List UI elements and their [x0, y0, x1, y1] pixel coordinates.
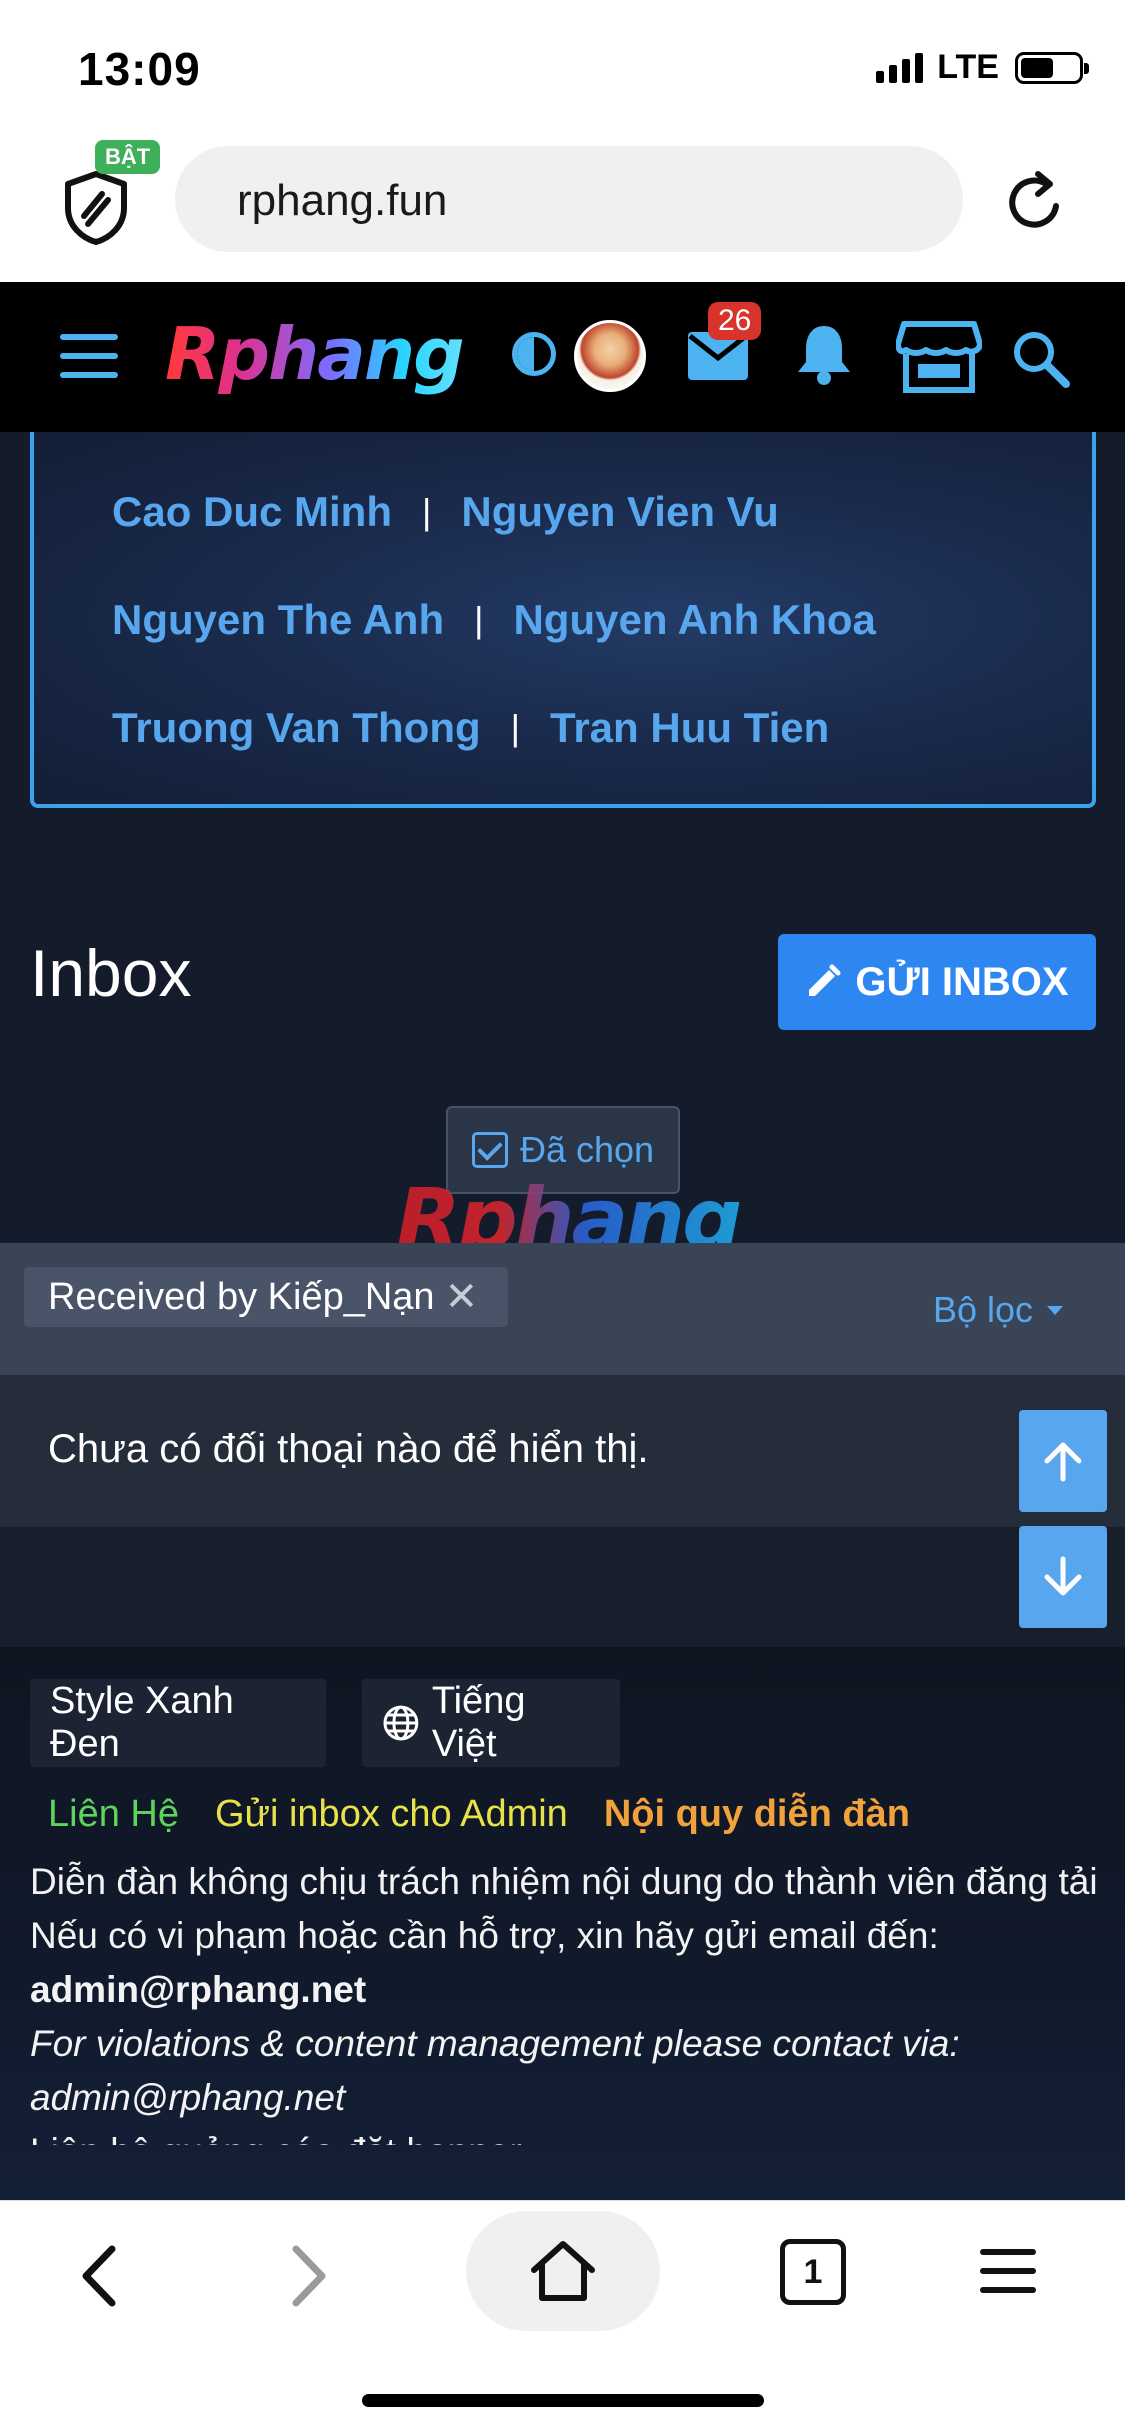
style-label: Style Xanh Đen	[50, 1680, 234, 1765]
credits-row: Nguyen The Anh | Nguyen Anh Khoa	[112, 596, 876, 644]
url-field[interactable]: rphang.fun	[175, 146, 963, 252]
filter-label: Bộ lọc	[933, 1289, 1034, 1330]
filter-chip[interactable]: Received by Kiếp_Nạn ✕	[24, 1267, 509, 1327]
site-footer: Style Xanh Đen Tiếng Việt Liên Hệ Gửi in…	[0, 1647, 1125, 2207]
store-icon[interactable]	[896, 320, 982, 394]
forward-icon[interactable]	[278, 2241, 338, 2311]
filter-dropdown[interactable]: Bộ lọc	[933, 1289, 1064, 1331]
shield-status-badge: BẬT	[95, 140, 161, 174]
footer-disclaimer: Diễn đàn không chịu trách nhiệm nội dung…	[30, 1855, 1100, 2145]
credit-name[interactable]: Truong Van Thong	[112, 704, 481, 752]
disclaimer-text: Nếu có vi phạm hoặc cần hỗ trợ, xin hãy …	[30, 1915, 939, 1956]
selected-label: Đã chọn	[519, 1129, 655, 1170]
search-icon[interactable]	[1010, 328, 1070, 388]
admin-inbox-link[interactable]: Gửi inbox cho Admin	[215, 1793, 568, 1836]
scroll-top-button[interactable]	[1019, 1410, 1107, 1512]
pencil-icon	[809, 964, 841, 996]
browser-address-row: BẬT rphang.fun	[0, 130, 1125, 282]
credit-name[interactable]: Cao Duc Minh	[112, 488, 392, 536]
empty-state-text: Chưa có đối thoại nào để hiển thị.	[48, 1427, 649, 1471]
credits-row: Cao Duc Minh | Nguyen Vien Vu	[112, 488, 779, 536]
email-link[interactable]: admin@rphang.net	[30, 2071, 1100, 2125]
email-link[interactable]: admin@rphang.net	[30, 1963, 1100, 2017]
avatar[interactable]	[574, 320, 646, 392]
signal-icon	[876, 52, 924, 83]
scroll-bottom-button[interactable]	[1019, 1526, 1107, 1628]
status-bar: 13:09 LTE	[0, 0, 1125, 130]
menu-icon[interactable]	[60, 334, 118, 378]
credit-name[interactable]: Nguyen Vien Vu	[461, 488, 778, 536]
theme-toggle-icon[interactable]	[512, 332, 556, 376]
credit-name[interactable]: Nguyen Anh Khoa	[513, 596, 875, 644]
send-inbox-label: GỬI INBOX	[855, 959, 1069, 1004]
credit-name[interactable]: Nguyen The Anh	[112, 596, 444, 644]
arrow-down-icon	[1044, 1556, 1082, 1596]
disclaimer-text: Liên hệ quảng cáo đặt banner	[30, 2125, 1100, 2145]
footer-links: Liên Hệ Gửi inbox cho Admin Nội quy diễn…	[48, 1793, 910, 1836]
rules-link[interactable]: Nội quy diễn đàn	[604, 1793, 910, 1836]
credits-box: Cao Duc Minh | Nguyen Vien Vu Nguyen The…	[30, 432, 1096, 808]
filter-bar: Received by Kiếp_Nạn ✕ Bộ lọc	[0, 1243, 1125, 1375]
shield-icon[interactable]	[62, 170, 130, 246]
back-icon[interactable]	[70, 2241, 130, 2311]
page-title: Inbox	[30, 936, 192, 1010]
close-icon[interactable]: ✕	[445, 1274, 479, 1320]
disclaimer-text: Diễn đàn không chịu trách nhiệm nội dung…	[30, 1861, 1098, 1902]
language-label: Tiếng Việt	[431, 1680, 526, 1765]
send-inbox-button[interactable]: GỬI INBOX	[778, 934, 1096, 1030]
browser-menu-icon[interactable]	[980, 2249, 1036, 2293]
network-label: LTE	[937, 48, 999, 86]
home-button[interactable]	[466, 2211, 660, 2331]
url-text: rphang.fun	[237, 176, 448, 225]
credits-row: Truong Van Thong | Tran Huu Tien	[112, 704, 829, 752]
battery-icon	[1015, 51, 1089, 84]
status-time: 13:09	[78, 43, 201, 95]
separator: |	[474, 599, 484, 640]
home-indicator	[362, 2394, 764, 2407]
style-chooser-button[interactable]: Style Xanh Đen	[30, 1679, 326, 1767]
credit-name[interactable]: Tran Huu Tien	[550, 704, 829, 752]
bell-icon[interactable]	[794, 322, 854, 386]
tabs-button[interactable]: 1	[780, 2239, 846, 2305]
content-spacer	[0, 1527, 1125, 1647]
site-header: Rphang	[0, 282, 1125, 432]
language-chooser-button[interactable]: Tiếng Việt	[362, 1679, 620, 1767]
separator: |	[510, 707, 520, 748]
caret-down-icon	[1047, 1305, 1064, 1315]
status-indicators: LTE	[876, 48, 1089, 87]
separator: |	[422, 491, 432, 532]
tab-count: 1	[803, 2252, 823, 2291]
filter-chip-label: Received by Kiếp_Nạn	[48, 1275, 435, 1318]
mail-count-badge: 26	[708, 302, 762, 340]
disclaimer-text-en: For violations & content management plea…	[30, 2023, 960, 2064]
reload-icon[interactable]	[1000, 168, 1070, 238]
checkbox-icon	[471, 1132, 508, 1168]
empty-state-row: Chưa có đối thoại nào để hiển thị.	[0, 1375, 1125, 1527]
home-icon	[531, 2241, 595, 2301]
site-logo[interactable]: Rphang	[165, 312, 465, 396]
arrow-up-icon	[1044, 1442, 1082, 1482]
contact-link[interactable]: Liên Hệ	[48, 1793, 179, 1836]
globe-icon	[383, 1705, 419, 1741]
